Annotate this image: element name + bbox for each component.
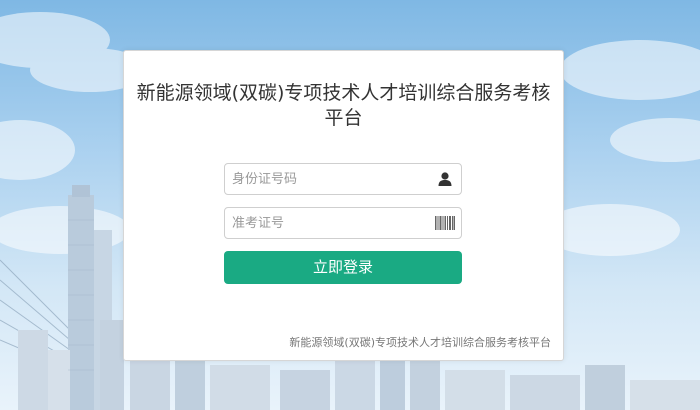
exam-number-input[interactable] (232, 208, 427, 238)
id-number-field[interactable] (224, 163, 462, 195)
id-number-input[interactable] (232, 164, 427, 194)
footer-platform-name: 新能源领域(双碳)专项技术人才培训综合服务考核平台 (289, 336, 551, 349)
login-button[interactable]: 立即登录 (224, 251, 462, 284)
login-card: 新能源领域(双碳)专项技术人才培训综合服务考核平台 身份证号码 准考证号 立即登… (123, 50, 564, 361)
exam-number-field[interactable] (224, 207, 462, 239)
platform-title: 新能源领域(双碳)专项技术人才培训综合服务考核平台 (136, 82, 551, 129)
user-icon (437, 171, 453, 187)
barcode-icon (435, 215, 455, 231)
